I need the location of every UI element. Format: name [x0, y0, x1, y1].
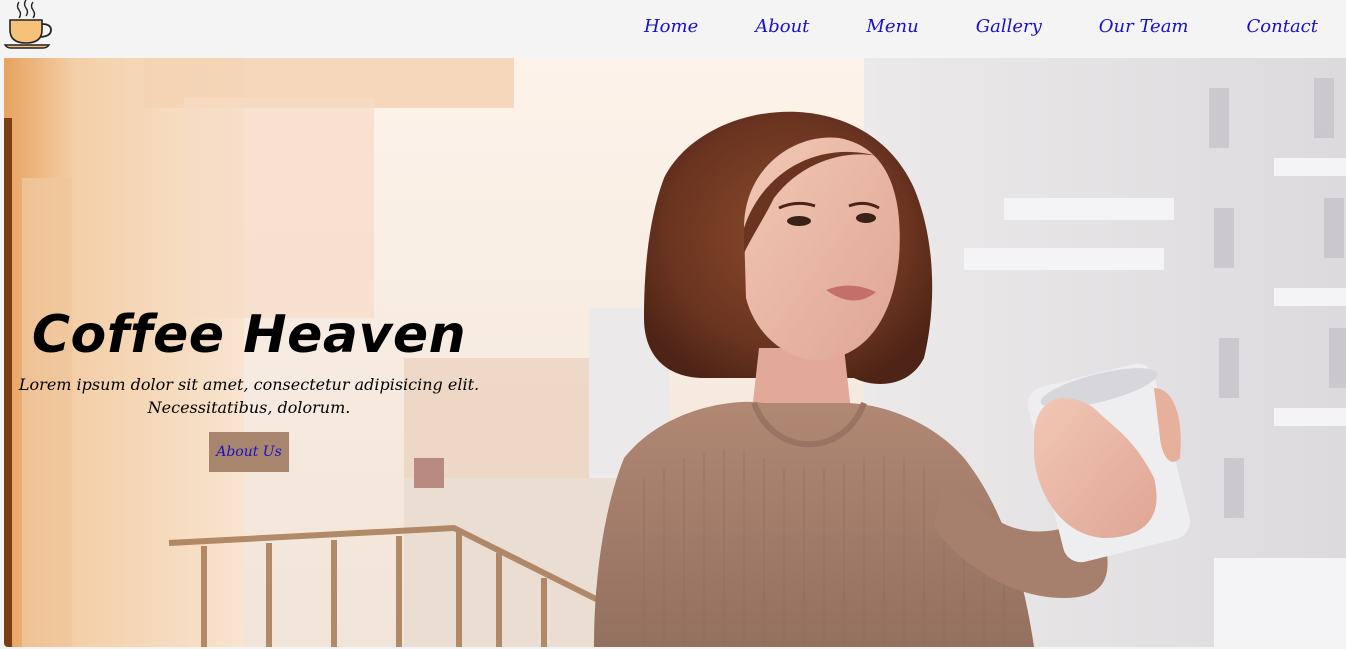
- nav-link-our-team[interactable]: Our Team: [1099, 16, 1189, 37]
- nav-link-contact[interactable]: Contact: [1247, 16, 1318, 37]
- page: Home About Menu Gallery Our Team Contact: [0, 0, 1346, 649]
- about-us-button[interactable]: About Us: [209, 432, 289, 472]
- navbar: Home About Menu Gallery Our Team Contact: [0, 0, 1346, 56]
- nav-link-gallery[interactable]: Gallery: [976, 16, 1042, 37]
- hero-subtitle-line-1: Lorem ipsum dolor sit amet, consectetur …: [18, 375, 480, 394]
- hero-title: Coffee Heaven: [31, 305, 467, 365]
- hero-text: Coffee Heaven Lorem ipsum dolor sit amet…: [4, 303, 494, 472]
- nav-links: Home About Menu Gallery Our Team Contact: [644, 0, 1346, 52]
- hero-subtitle-line-2: Necessitatibus, dolorum.: [147, 398, 351, 417]
- coffee-cup-icon[interactable]: [3, 0, 57, 52]
- nav-link-home[interactable]: Home: [644, 16, 698, 37]
- hero-section: Coffee Heaven Lorem ipsum dolor sit amet…: [4, 58, 1346, 647]
- nav-link-menu[interactable]: Menu: [866, 16, 918, 37]
- hero-subtitle: Lorem ipsum dolor sit amet, consectetur …: [4, 373, 494, 419]
- nav-link-about[interactable]: About: [755, 16, 809, 37]
